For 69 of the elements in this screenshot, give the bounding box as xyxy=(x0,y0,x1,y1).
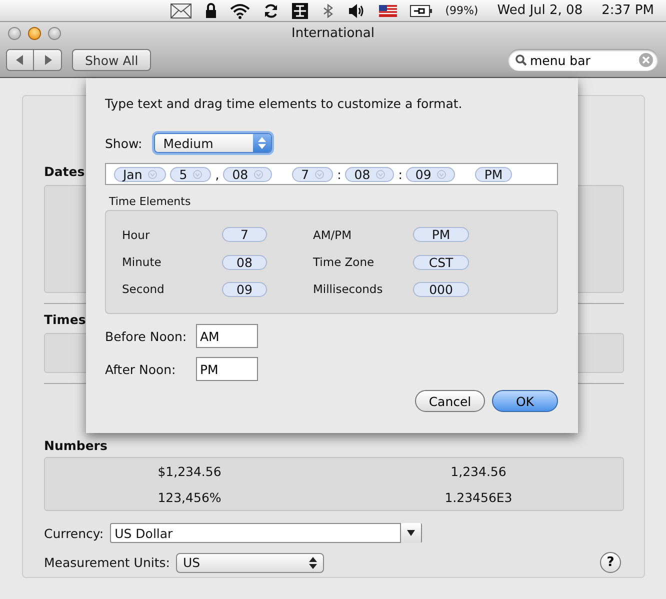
time-token[interactable]: 08 xyxy=(222,254,267,270)
back-button[interactable] xyxy=(6,49,34,71)
ok-button[interactable]: OK xyxy=(492,390,558,412)
menu-bar-clock[interactable]: 2:37 PM xyxy=(602,3,654,18)
window-title: International xyxy=(292,26,374,40)
section-label: Times xyxy=(44,312,86,327)
sync-icon[interactable] xyxy=(263,2,280,18)
time-token[interactable]: PM xyxy=(413,227,469,242)
time-token[interactable]: 09 xyxy=(406,166,456,182)
separator-text: , xyxy=(215,166,220,182)
section-label: Dates xyxy=(44,164,85,179)
display-icon[interactable] xyxy=(292,2,308,18)
number-sample: 123,456% xyxy=(158,490,222,504)
element-label: Milliseconds xyxy=(313,282,384,296)
help-button[interactable]: ? xyxy=(600,552,621,573)
time-token[interactable]: 5 xyxy=(170,166,212,182)
show-popup[interactable]: Medium xyxy=(154,133,272,153)
mail-icon[interactable] xyxy=(170,2,192,18)
element-label: Minute xyxy=(122,255,162,269)
stepper-arrows-icon xyxy=(253,134,272,152)
show-label: Show: xyxy=(105,136,142,150)
separator-text: : xyxy=(337,166,342,182)
time-token[interactable]: 09 xyxy=(222,282,267,297)
time-token[interactable]: 08 xyxy=(223,166,272,182)
element-label: Second xyxy=(122,282,166,296)
flag-icon[interactable] xyxy=(379,4,398,16)
minimize-button[interactable] xyxy=(28,26,41,40)
time-token[interactable]: 000 xyxy=(413,282,469,297)
menu-bar-date[interactable]: Wed Jul 2, 08 xyxy=(497,3,583,18)
cancel-button[interactable]: Cancel xyxy=(415,390,485,412)
lock-icon[interactable] xyxy=(205,2,218,18)
after-noon-label: After Noon: xyxy=(105,362,177,376)
format-field[interactable]: Jan 5 , 08 7 : 08 : 09 PM xyxy=(105,163,558,185)
number-sample: 1.23456E3 xyxy=(444,490,512,504)
currency-label: Currency: xyxy=(44,526,104,540)
instruction-text: Type text and drag time elements to customize a format. xyxy=(105,96,462,111)
time-token[interactable]: 08 xyxy=(345,166,394,182)
time-token[interactable]: Jan xyxy=(114,166,166,182)
section-label: Numbers xyxy=(44,438,108,453)
currency-combo-box[interactable]: US Dollar xyxy=(110,523,422,543)
right-triangle-icon xyxy=(44,55,52,65)
before-noon-field[interactable]: AM xyxy=(196,324,258,348)
element-label: AM/PM xyxy=(313,228,353,242)
measurement-units-label: Measurement Units: xyxy=(44,555,170,570)
wifi-icon[interactable] xyxy=(230,2,250,18)
close-button[interactable] xyxy=(8,26,21,40)
time-token[interactable]: 7 xyxy=(292,166,334,182)
time-token[interactable]: 7 xyxy=(222,227,267,242)
bluetooth-icon[interactable] xyxy=(321,2,336,18)
number-sample: 1,234.56 xyxy=(450,464,506,478)
time-token[interactable]: CST xyxy=(413,254,469,270)
element-label: Hour xyxy=(122,228,151,242)
after-noon-field[interactable]: PM xyxy=(196,357,258,381)
time-token[interactable]: PM xyxy=(475,166,512,182)
time-elements-title: Time Elements xyxy=(109,195,191,208)
element-label: Time Zone xyxy=(313,255,376,269)
stepper-arrows-icon xyxy=(308,556,317,568)
show-all-button[interactable]: Show All xyxy=(72,49,152,71)
battery-percentage: (99%) xyxy=(445,4,478,17)
left-triangle-icon xyxy=(16,55,24,65)
number-sample: $1,234.56 xyxy=(158,464,222,478)
search-field[interactable]: menu bar xyxy=(508,49,658,71)
measurement-units-popup[interactable]: US xyxy=(176,552,324,572)
forward-button[interactable] xyxy=(34,49,62,71)
separator-text: : xyxy=(398,166,402,182)
zoom-button[interactable] xyxy=(48,26,61,40)
before-noon-label: Before Noon: xyxy=(105,328,188,344)
battery-icon[interactable] xyxy=(410,4,432,16)
search-icon xyxy=(515,54,527,66)
